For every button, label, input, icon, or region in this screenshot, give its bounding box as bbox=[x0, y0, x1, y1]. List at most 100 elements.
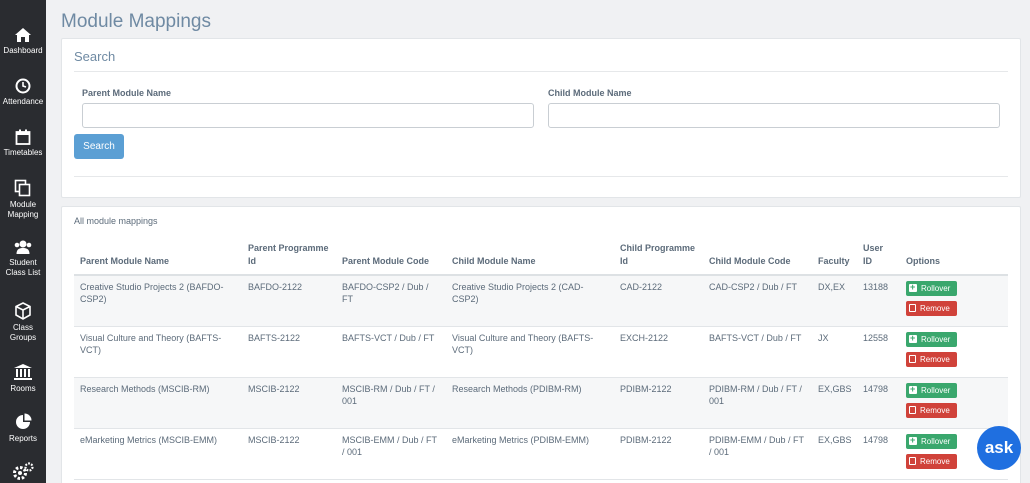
parent-module-name-cell: eMarketing Metrics (MSCIB-EMM) bbox=[74, 428, 242, 480]
sidebar-item-label: Attendance bbox=[2, 97, 44, 106]
child-module-name-input[interactable] bbox=[548, 103, 1000, 128]
clock-icon bbox=[15, 78, 31, 94]
faculty-cell: DX,EX bbox=[812, 275, 857, 327]
child-module-code-cell: PDIBM-EMM / Dub / FT / 001 bbox=[703, 428, 812, 480]
remove-label: Remove bbox=[920, 304, 950, 313]
rollover-button[interactable]: Rollover bbox=[906, 332, 957, 347]
child-programme-id-cell: PDIBM-2122 bbox=[614, 428, 703, 480]
sidebar-item-label: Rooms bbox=[10, 384, 36, 393]
user-id-cell: 14798 bbox=[857, 377, 900, 429]
search-button[interactable]: Search bbox=[74, 134, 124, 159]
sidebar-item-label: Dashboard bbox=[3, 46, 43, 55]
trash-icon bbox=[909, 304, 916, 312]
plus-square-icon bbox=[909, 282, 917, 292]
sidebar-item-settings[interactable] bbox=[0, 462, 46, 482]
rollover-button[interactable]: Rollover bbox=[906, 383, 957, 398]
sidebar-item-class-groups[interactable]: Class Groups bbox=[0, 302, 46, 343]
column-header: Parent Module Code bbox=[336, 237, 446, 276]
institution-icon bbox=[14, 364, 32, 380]
sidebar-item-rooms[interactable]: Rooms bbox=[0, 363, 46, 394]
user-id-cell: 14798 bbox=[857, 428, 900, 480]
cube-icon bbox=[15, 302, 31, 320]
trash-icon bbox=[909, 406, 916, 414]
options-cell: Rollover Remove bbox=[900, 275, 1008, 327]
remove-label: Remove bbox=[920, 355, 950, 364]
page-title: Module Mappings bbox=[61, 11, 211, 32]
user-id-cell: 12558 bbox=[857, 326, 900, 378]
sidebar-item-label: Reports bbox=[8, 434, 37, 443]
column-header: Options bbox=[900, 237, 1008, 276]
sidebar-item-label: Module Mapping bbox=[7, 200, 39, 219]
search-panel: Search Parent Module Name Child Module N… bbox=[61, 38, 1021, 198]
child-module-name-cell: Research Methods (PDIBM-RM) bbox=[446, 377, 614, 429]
sidebar-item-reports[interactable]: Reports bbox=[0, 413, 46, 444]
parent-programme-id-cell: BAFTS-2122 bbox=[242, 326, 336, 378]
parent-programme-id-cell: MSCIB-2122 bbox=[242, 428, 336, 480]
rollover-label: Rollover bbox=[921, 335, 951, 344]
parent-module-code-cell: BAFTS-VCT / Dub / FT bbox=[336, 326, 446, 378]
parent-module-name-input[interactable] bbox=[82, 103, 534, 128]
parent-module-name-cell: Research Methods (MSCIB-RM) bbox=[74, 377, 242, 429]
trash-icon bbox=[909, 457, 916, 465]
column-header: Parent Programme Id bbox=[242, 237, 336, 276]
table-header-row: Parent Module Name Parent Programme Id P… bbox=[74, 237, 1008, 276]
rollover-button[interactable]: Rollover bbox=[906, 434, 957, 449]
table-row: eMarketing Metrics (MSCIB-EMM) MSCIB-212… bbox=[74, 428, 1008, 480]
rollover-button[interactable]: Rollover bbox=[906, 281, 957, 296]
sidebar-item-label: Timetables bbox=[3, 148, 43, 157]
plus-square-icon bbox=[909, 384, 917, 394]
mappings-panel: All module mappings Parent Module Name P… bbox=[61, 206, 1021, 483]
column-header: Child Module Code bbox=[703, 237, 812, 276]
options-cell: Rollover Remove bbox=[900, 377, 1008, 429]
column-header: Parent Module Name bbox=[74, 237, 242, 276]
parent-module-name-label: Parent Module Name bbox=[82, 88, 172, 98]
user-id-cell: 13188 bbox=[857, 275, 900, 327]
faculty-cell: EX,GBS bbox=[812, 377, 857, 429]
parent-module-name-cell: Visual Culture and Theory (BAFTS-VCT) bbox=[74, 326, 242, 378]
options-cell: Rollover Remove bbox=[900, 326, 1008, 378]
parent-module-code-cell: BAFDO-CSP2 / Dub / FT bbox=[336, 275, 446, 327]
remove-button[interactable]: Remove bbox=[906, 403, 957, 418]
child-module-name-label: Child Module Name bbox=[548, 88, 632, 98]
sidebar-item-dashboard[interactable]: Dashboard bbox=[0, 27, 46, 56]
child-module-name-cell: Visual Culture and Theory (BAFTS-VCT) bbox=[446, 326, 614, 378]
column-header: Child Programme Id bbox=[614, 237, 703, 276]
sidebar-item-module-mapping[interactable]: Module Mapping bbox=[0, 179, 46, 220]
child-programme-id-cell: EXCH-2122 bbox=[614, 326, 703, 378]
parent-programme-id-cell: BAFDO-2122 bbox=[242, 275, 336, 327]
child-module-code-cell: PDIBM-RM / Dub / FT / 001 bbox=[703, 377, 812, 429]
users-icon bbox=[14, 240, 32, 254]
remove-button[interactable]: Remove bbox=[906, 352, 957, 367]
parent-module-code-cell: MSCIB-EMM / Dub / FT / 001 bbox=[336, 428, 446, 480]
column-header: Child Module Name bbox=[446, 237, 614, 276]
table-caption: All module mappings bbox=[74, 216, 158, 226]
child-module-code-cell: BAFTS-VCT / Dub / FT bbox=[703, 326, 812, 378]
table-row: Research Methods (MSCIB-RM) MSCIB-2122 M… bbox=[74, 377, 1008, 429]
parent-module-code-cell: MSCIB-RM / Dub / FT / 001 bbox=[336, 377, 446, 429]
remove-label: Remove bbox=[920, 457, 950, 466]
trash-icon bbox=[909, 355, 916, 363]
sidebar-item-attendance[interactable]: Attendance bbox=[0, 78, 46, 107]
ask-button[interactable]: ask bbox=[977, 426, 1021, 470]
sidebar-item-label: Class Groups bbox=[9, 323, 37, 342]
calendar-icon bbox=[15, 129, 31, 145]
remove-button[interactable]: Remove bbox=[906, 454, 957, 469]
rollover-label: Rollover bbox=[921, 437, 951, 446]
remove-label: Remove bbox=[920, 406, 950, 415]
home-icon bbox=[15, 28, 31, 42]
column-header: Faculty bbox=[812, 237, 857, 276]
gears-icon bbox=[13, 462, 34, 480]
child-module-name-cell: Creative Studio Projects 2 (CAD-CSP2) bbox=[446, 275, 614, 327]
table-row: Creative Studio Projects 2 (BAFDO-CSP2) … bbox=[74, 275, 1008, 327]
main-content: Module Mappings Search Parent Module Nam… bbox=[46, 0, 1030, 483]
remove-button[interactable]: Remove bbox=[906, 301, 957, 316]
faculty-cell: JX bbox=[812, 326, 857, 378]
pie-chart-icon bbox=[16, 413, 32, 429]
rollover-label: Rollover bbox=[921, 284, 951, 293]
sidebar-item-student-class-list[interactable]: Student Class List bbox=[0, 239, 46, 278]
mappings-table: Parent Module Name Parent Programme Id P… bbox=[74, 237, 1008, 480]
sidebar-item-timetables[interactable]: Timetables bbox=[0, 129, 46, 158]
sidebar: Dashboard Attendance Timetables Module M… bbox=[0, 0, 46, 483]
column-header: User ID bbox=[857, 237, 900, 276]
child-module-name-cell: eMarketing Metrics (PDIBM-EMM) bbox=[446, 428, 614, 480]
